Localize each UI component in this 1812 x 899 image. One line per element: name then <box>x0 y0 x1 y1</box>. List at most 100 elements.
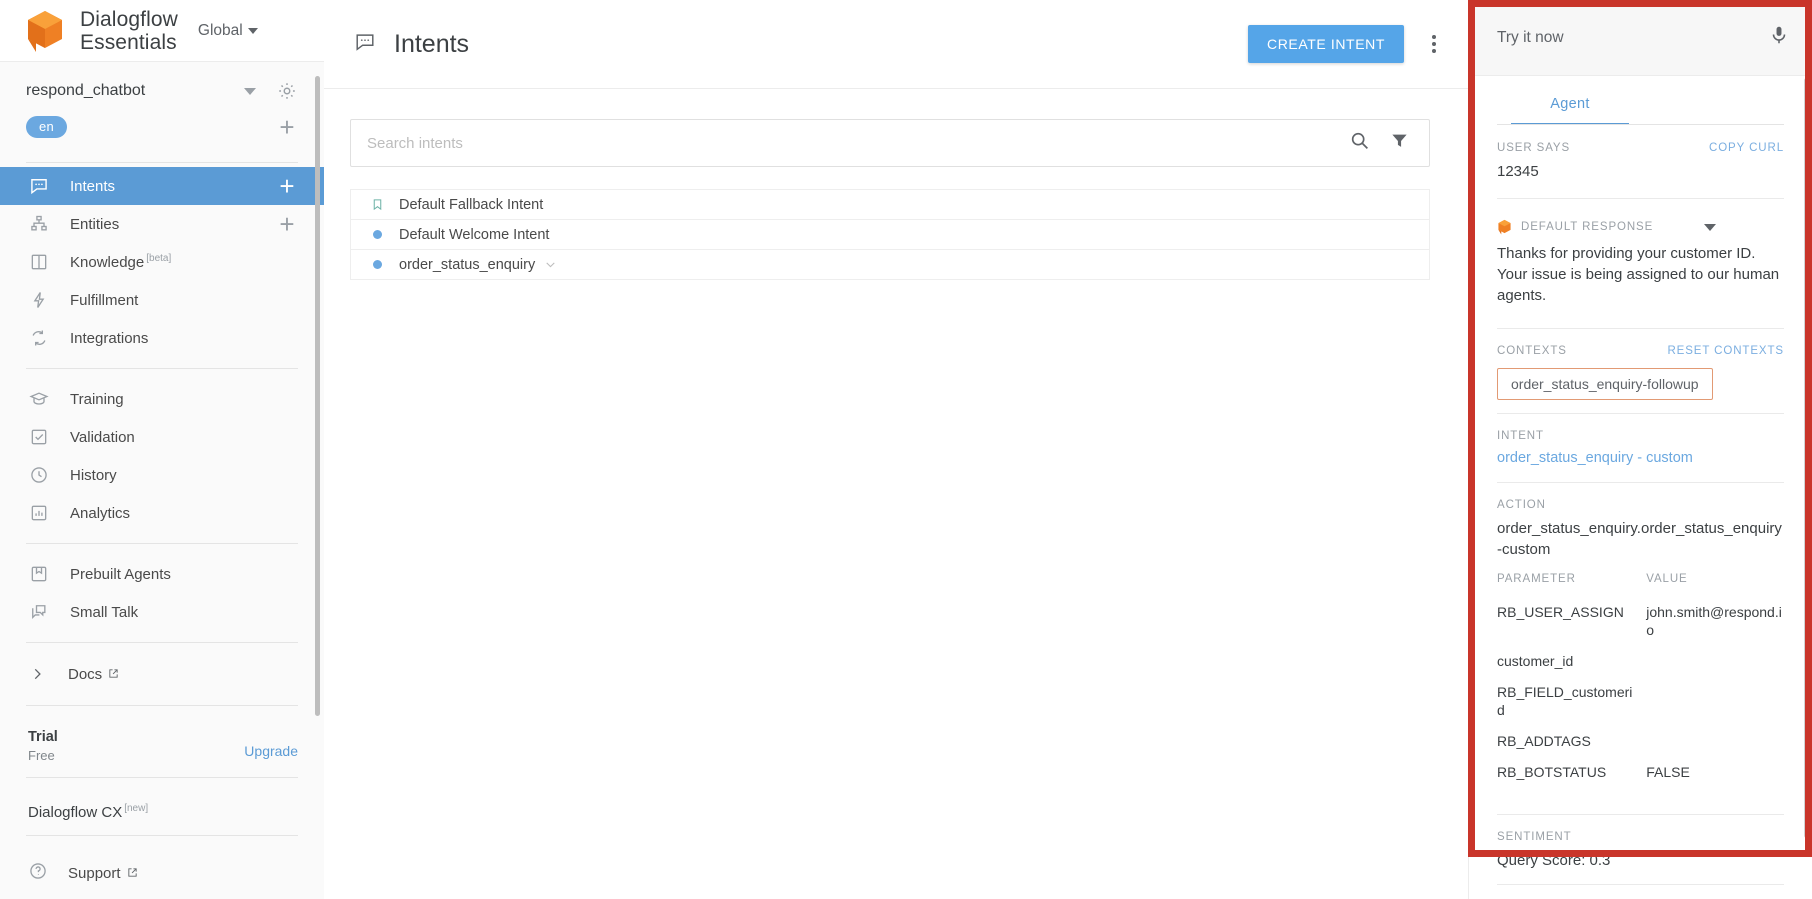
sidebar-item-entities[interactable]: Entities + <box>0 205 324 243</box>
default-response-section: DEFAULT RESPONSE Thanks for providing yo… <box>1497 199 1784 329</box>
intent-name: order_status_enquiry <box>399 257 535 273</box>
integrations-sync-icon <box>28 327 50 349</box>
sidebar-item-fulfillment[interactable]: Fulfillment <box>0 281 324 319</box>
search-bar[interactable] <box>350 119 1430 167</box>
try-it-now-title[interactable]: Try it now <box>1497 29 1768 47</box>
chevron-down-icon <box>248 28 258 34</box>
brand-header: Dialogflow Essentials Global <box>0 0 324 62</box>
validation-check-icon <box>28 426 50 448</box>
sidebar-item-small-talk[interactable]: Small Talk <box>0 593 324 631</box>
try-it-now-header: Try it now <box>1469 0 1812 76</box>
sidebar-item-prebuilt-agents[interactable]: Prebuilt Agents <box>0 555 324 593</box>
sidebar-item-training[interactable]: Training <box>0 380 324 418</box>
chevron-down-icon[interactable] <box>244 88 256 95</box>
docs-label-wrap: Docs <box>68 666 119 683</box>
sidebar-item-docs[interactable]: Docs <box>0 654 324 694</box>
intent-section: INTENT order_status_enquiry - custom <box>1497 414 1784 483</box>
intent-list: Default Fallback Intent Default Welcome … <box>350 189 1430 280</box>
microphone-icon[interactable] <box>1768 24 1790 51</box>
sidebar-item-support[interactable]: Support <box>0 847 324 899</box>
chevron-down-icon[interactable] <box>544 258 557 271</box>
brand-title: Dialogflow Essentials <box>80 8 178 54</box>
search-icon[interactable] <box>1349 130 1370 156</box>
training-cap-icon <box>28 388 50 410</box>
intent-row-default-fallback[interactable]: Default Fallback Intent <box>351 189 1429 219</box>
search-bar-actions <box>1349 130 1409 156</box>
chevron-down-icon[interactable] <box>1704 224 1716 231</box>
panel-scrollbar[interactable] <box>1804 78 1809 838</box>
help-circle-icon <box>28 861 48 885</box>
divider <box>26 705 298 706</box>
intents-chat-icon <box>28 175 50 197</box>
reset-contexts-button[interactable]: RESET CONTEXTS <box>1667 345 1784 357</box>
table-header-row: PARAMETER VALUE <box>1497 573 1784 597</box>
trial-subtitle: Free <box>28 748 244 763</box>
gear-icon[interactable] <box>276 80 298 102</box>
parameter-value <box>1646 677 1784 726</box>
intent-name: Default Welcome Intent <box>399 227 549 243</box>
tab-agent[interactable]: Agent <box>1511 76 1629 125</box>
action-value: order_status_enquiry.order_status_enquir… <box>1497 518 1784 560</box>
support-label-wrap: Support <box>68 865 138 882</box>
sidebar: Dialogflow Essentials Global respond_cha… <box>0 0 324 899</box>
try-it-now-panel: Try it now Agent USER SAYS COPY CURL 123… <box>1468 0 1812 899</box>
plus-icon[interactable]: + <box>276 117 298 137</box>
sidebar-item-dialogflow-cx[interactable]: Dialogflow CX[new] <box>0 789 324 835</box>
beta-badge: [beta] <box>146 253 171 264</box>
sentiment-label: SENTIMENT <box>1497 831 1784 843</box>
sidebar-item-knowledge[interactable]: Knowledge[beta] <box>0 243 324 281</box>
main-body: Default Fallback Intent Default Welcome … <box>324 89 1468 899</box>
add-entity-icon[interactable]: + <box>276 214 298 234</box>
intent-label: INTENT <box>1497 430 1784 442</box>
language-row: en + <box>26 116 298 138</box>
add-intent-icon[interactable]: + <box>276 176 298 196</box>
panel-body: USER SAYS COPY CURL 12345 DEFAULT RES <box>1469 126 1812 899</box>
intent-link[interactable]: order_status_enquiry - custom <box>1497 450 1784 466</box>
more-vertical-icon[interactable] <box>1428 31 1440 57</box>
user-says-value: 12345 <box>1497 161 1784 182</box>
table-row: RB_FIELD_customerid <box>1497 677 1784 726</box>
user-says-section: USER SAYS COPY CURL 12345 <box>1497 126 1784 199</box>
main-header: Intents CREATE INTENT <box>324 0 1468 89</box>
agent-name[interactable]: respond_chatbot <box>26 82 244 100</box>
sidebar-item-validation[interactable]: Validation <box>0 418 324 456</box>
search-input[interactable] <box>367 135 1349 152</box>
sidebar-item-history[interactable]: History <box>0 456 324 494</box>
sidebar-item-label: Intents <box>70 178 115 195</box>
table-row: RB_ADDTAGS <box>1497 726 1784 757</box>
region-label: Global <box>198 22 243 40</box>
upgrade-link[interactable]: Upgrade <box>244 743 298 759</box>
sidebar-scrollbar[interactable] <box>315 76 320 716</box>
sidebar-item-label: Small Talk <box>70 604 138 621</box>
region-selector[interactable]: Global <box>198 22 258 40</box>
intent-row-default-welcome[interactable]: Default Welcome Intent <box>351 219 1429 249</box>
status-dot-icon <box>367 230 387 239</box>
dialogflow-cube-icon <box>24 9 66 53</box>
sidebar-item-label: Knowledge <box>70 254 144 271</box>
context-chip[interactable]: order_status_enquiry-followup <box>1497 368 1713 400</box>
parameter-value: john.smith@respond.io <box>1646 597 1784 646</box>
sidebar-item-intents[interactable]: Intents + <box>0 167 324 205</box>
analytics-bars-icon <box>28 502 50 524</box>
create-intent-button[interactable]: CREATE INTENT <box>1248 25 1404 63</box>
action-section: ACTION order_status_enquiry.order_status… <box>1497 483 1784 560</box>
sidebar-item-integrations[interactable]: Integrations <box>0 319 324 357</box>
sidebar-item-analytics[interactable]: Analytics <box>0 494 324 532</box>
sentiment-section: SENTIMENT Query Score: 0.3 <box>1497 815 1784 885</box>
intent-row-order-status-enquiry[interactable]: order_status_enquiry <box>351 249 1429 279</box>
table-row: RB_USER_ASSIGN john.smith@respond.io <box>1497 597 1784 646</box>
sentiment-value: Query Score: 0.3 <box>1497 850 1784 871</box>
external-link-icon <box>127 865 138 882</box>
sidebar-item-label: Prebuilt Agents <box>70 566 171 583</box>
filter-funnel-icon[interactable] <box>1390 131 1409 155</box>
parameter-column-header: PARAMETER <box>1497 573 1646 597</box>
sidebar-item-label: Training <box>70 391 124 408</box>
sidebar-item-label: Analytics <box>70 505 130 522</box>
language-chip-en[interactable]: en <box>26 116 67 138</box>
contexts-header: CONTEXTS RESET CONTEXTS <box>1497 345 1784 357</box>
copy-curl-button[interactable]: COPY CURL <box>1709 142 1784 154</box>
sidebar-item-label: Dialogflow CX <box>28 804 122 821</box>
parameters-table-head: PARAMETER VALUE <box>1497 573 1784 597</box>
fulfillment-bolt-icon <box>28 289 50 311</box>
parameters-table: PARAMETER VALUE RB_USER_ASSIGN john.smit… <box>1497 573 1784 788</box>
